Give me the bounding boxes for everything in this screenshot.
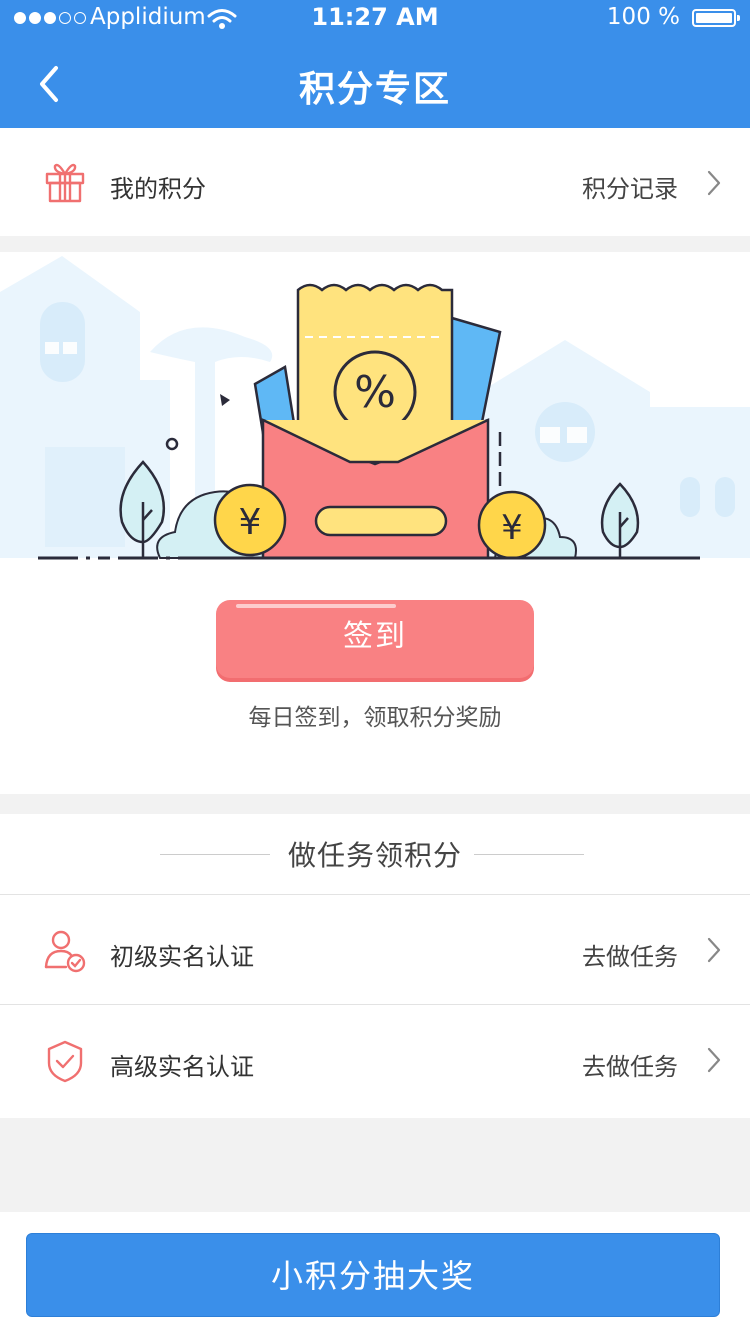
checkin-button[interactable]: 签到	[216, 600, 534, 678]
battery-percent: 100 %	[606, 4, 680, 30]
user-check-icon	[44, 930, 86, 973]
percent-symbol: %	[354, 367, 396, 418]
task-action[interactable]: 去做任务	[582, 937, 678, 972]
checkin-button-label: 签到	[343, 619, 407, 654]
task-label: 初级实名认证	[110, 943, 254, 971]
my-points-label: 我的积分	[110, 175, 206, 203]
task-item-basic-verification[interactable]: 初级实名认证 去做任务	[0, 894, 750, 1004]
task-label: 高级实名认证	[110, 1053, 254, 1081]
task-action[interactable]: 去做任务	[582, 1047, 678, 1082]
chevron-right-icon	[707, 170, 721, 196]
divider-right	[474, 854, 584, 855]
gift-icon	[45, 163, 85, 203]
tasks-title: 做任务领积分	[287, 839, 462, 872]
status-bar: Applidium 11:27 AM 100 %	[0, 0, 750, 40]
page-title: 积分专区	[298, 69, 451, 110]
coin-symbol-right: ¥	[501, 508, 523, 548]
tasks-header: 做任务领积分	[0, 814, 750, 894]
chevron-right-icon	[707, 937, 721, 963]
battery-icon	[692, 9, 740, 27]
my-points-row[interactable]: 我的积分 积分记录	[0, 128, 750, 236]
checkin-card: % ¥ ¥ 签到 每日签到，领取积分奖励	[0, 252, 750, 794]
lucky-draw-button[interactable]: 小积分抽大奖	[26, 1233, 720, 1317]
header-bar: Applidium 11:27 AM 100 % 积分专区	[0, 0, 750, 128]
points-record-link[interactable]: 积分记录	[582, 169, 678, 204]
button-shine	[236, 604, 396, 608]
task-item-advanced-verification[interactable]: 高级实名认证 去做任务	[0, 1004, 750, 1114]
checkin-illustration: % ¥ ¥	[0, 256, 750, 560]
tasks-section: 做任务领积分 初级实名认证 去做任务 高级实名认证 去做任务	[0, 814, 750, 1118]
shield-check-icon	[47, 1040, 83, 1083]
chevron-right-icon	[707, 1047, 721, 1073]
coin-symbol-left: ¥	[239, 502, 262, 543]
checkin-hint: 每日签到，领取积分奖励	[248, 705, 502, 731]
